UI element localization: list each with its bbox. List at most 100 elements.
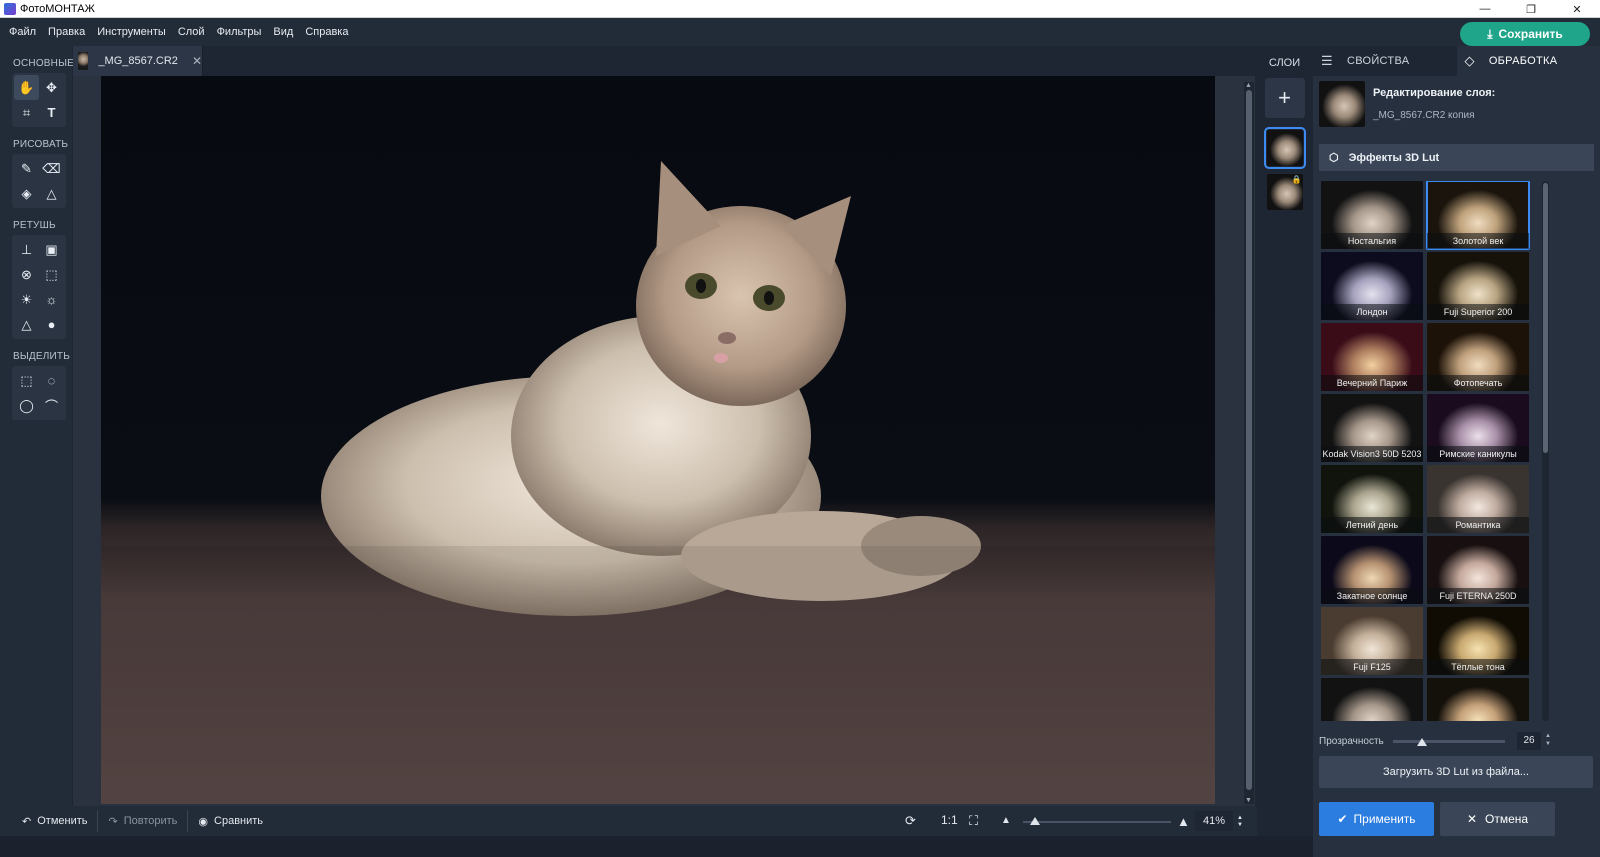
menu-edit[interactable]: Правка — [42, 26, 91, 38]
effects-scrollbar[interactable] — [1542, 181, 1549, 721]
effect-tile[interactable] — [1427, 678, 1529, 721]
effects-header[interactable]: ⬡ Эффекты 3D Lut — [1319, 144, 1594, 171]
effect-label: Лондон — [1321, 304, 1423, 320]
fit-screen-icon[interactable]: ⛶ — [969, 813, 978, 829]
tab-properties[interactable]: ☰ СВОЙСТВА — [1313, 46, 1457, 76]
menu-view[interactable]: Вид — [267, 26, 299, 38]
canvas-vertical-scrollbar[interactable]: ▲ ▼ — [1244, 82, 1254, 804]
menu-tools[interactable]: Инструменты — [91, 26, 172, 38]
check-icon: ✔ — [1337, 812, 1348, 826]
menu-layer[interactable]: Слой — [172, 26, 211, 38]
compare-label: Сравнить — [214, 815, 264, 827]
menu-filters[interactable]: Фильтры — [211, 26, 268, 38]
eraser-icon[interactable]: ⌫ — [39, 156, 64, 181]
shapes-icon[interactable]: △ — [39, 181, 64, 206]
effect-tile[interactable]: Kodak Vision3 50D 5203 — [1321, 394, 1423, 462]
actual-size-button[interactable]: 1:1 — [941, 813, 958, 827]
scroll-up-icon[interactable]: ▲ — [1245, 82, 1252, 89]
zoom-spinner[interactable]: ▲ ▼ — [1237, 815, 1243, 829]
effects-scrollbar-thumb[interactable] — [1543, 183, 1548, 453]
menu-file[interactable]: Файл — [0, 26, 42, 38]
text-icon[interactable]: T — [39, 100, 64, 125]
hand-icon[interactable]: ✋ — [14, 75, 39, 100]
scrollbar-thumb[interactable] — [1246, 90, 1252, 790]
effect-tile[interactable] — [1321, 678, 1423, 721]
effect-tile[interactable]: Fuji F125 — [1321, 607, 1423, 675]
poly-lasso-icon[interactable]: ⌒ — [39, 393, 64, 418]
minimize-button[interactable]: — — [1462, 0, 1508, 18]
undo-button[interactable]: ↶ Отменить — [0, 815, 97, 828]
effect-label: Kodak Vision3 50D 5203 — [1321, 446, 1423, 462]
opacity-input[interactable]: 26 — [1517, 732, 1541, 750]
sharpen-icon[interactable]: △ — [14, 312, 39, 337]
fill-icon[interactable]: ◈ — [14, 181, 39, 206]
effect-tile[interactable]: Фотопечать — [1427, 323, 1529, 391]
load-lut-button[interactable]: Загрузить 3D Lut из файла... — [1319, 756, 1593, 788]
effect-tile[interactable]: Вечерний Париж — [1321, 323, 1423, 391]
scroll-down-icon[interactable]: ▼ — [1245, 797, 1252, 804]
undo-icon: ↶ — [22, 815, 32, 828]
effect-tile[interactable]: Fuji Superior 200 — [1427, 252, 1529, 320]
zoom-slider[interactable] — [1023, 821, 1171, 823]
add-layer-button[interactable]: + — [1264, 78, 1305, 118]
frame-icon[interactable]: ⬚ — [39, 262, 64, 287]
zoom-value[interactable]: 41% — [1195, 811, 1233, 831]
effect-tile[interactable]: Закатное солнце — [1321, 536, 1423, 604]
canvas-area[interactable] — [73, 76, 1255, 806]
effect-tile[interactable]: Золотой век — [1426, 181, 1530, 250]
effect-tile[interactable]: Fuji ETERNA 250D — [1427, 536, 1529, 604]
effect-tile[interactable]: Римские каникулы — [1427, 394, 1529, 462]
menu-help[interactable]: Справка — [299, 26, 354, 38]
effects-title: Эффекты 3D Lut — [1348, 151, 1440, 164]
effect-tile[interactable]: Тёплые тона — [1427, 607, 1529, 675]
brush-icon[interactable]: ✎ — [14, 156, 39, 181]
opacity-slider[interactable] — [1393, 740, 1505, 743]
tab-processing[interactable]: ◇ ОБРАБОТКА — [1456, 46, 1600, 76]
save-button-label: Сохранить — [1498, 27, 1563, 41]
effect-tile[interactable]: Летний день — [1321, 465, 1423, 533]
zoom-out-icon[interactable]: ▲ — [1001, 815, 1011, 826]
patch-icon[interactable]: ▣ — [39, 237, 64, 262]
dodge-icon[interactable]: ☀ — [14, 287, 39, 312]
redo-button[interactable]: ↷ Повторить — [98, 815, 187, 828]
maximize-button[interactable]: ❐ — [1508, 0, 1554, 18]
eye-icon: ◉ — [198, 815, 209, 828]
effect-tile[interactable]: Романтика — [1427, 465, 1529, 533]
zoom-in-icon[interactable]: ▲ — [1177, 814, 1190, 829]
rotate-icon[interactable]: ⟳ — [905, 813, 916, 829]
layer-thumbnail[interactable]: 🔒 — [1266, 174, 1303, 210]
opacity-slider-handle[interactable] — [1417, 738, 1427, 746]
effect-tile[interactable]: Лондон — [1321, 252, 1423, 320]
layer-thumbnail[interactable] — [1263, 127, 1306, 169]
window-controls: — ❐ ✕ — [1462, 0, 1600, 18]
cancel-button[interactable]: ✕ Отмена — [1440, 802, 1555, 836]
menu-bar: Файл Правка Инструменты Слой Фильтры Вид… — [0, 18, 1600, 46]
move-icon[interactable]: ✥ — [39, 75, 64, 100]
layers-label: СЛОИ — [1268, 57, 1301, 69]
stamp-icon[interactable]: ⊥ — [14, 237, 39, 262]
effect-tile[interactable]: Ностальгия — [1321, 181, 1423, 249]
close-button[interactable]: ✕ — [1554, 0, 1600, 18]
tab-properties-label: СВОЙСТВА — [1346, 55, 1410, 67]
burn-icon[interactable]: ☼ — [39, 287, 64, 312]
document-tab[interactable]: _MG_8567.CR2 ✕ — [73, 46, 203, 76]
effect-label: Fuji Superior 200 — [1427, 304, 1529, 320]
opacity-spinner[interactable]: ▲ ▼ — [1545, 732, 1551, 748]
title-bar: ФотоМОНТАЖ — ❐ ✕ — [0, 0, 1600, 18]
blur-icon[interactable]: ● — [39, 312, 64, 337]
effect-label: Летний день — [1321, 517, 1423, 533]
compare-button[interactable]: ◉ Сравнить — [188, 815, 273, 828]
crop-icon[interactable]: ⌗ — [14, 100, 39, 125]
ellipse-select-icon[interactable]: ◌ — [39, 368, 64, 393]
save-button[interactable]: ⤓ Сохранить — [1460, 22, 1590, 46]
zoom-slider-handle[interactable] — [1030, 817, 1040, 825]
photo-canvas[interactable] — [101, 76, 1215, 804]
tool-group-label: ВЫДЕЛИТЬ — [13, 351, 70, 362]
effect-label: Римские каникулы — [1427, 446, 1529, 462]
redo-icon: ↷ — [108, 815, 118, 828]
apply-button[interactable]: ✔ Применить — [1319, 802, 1434, 836]
lasso-icon[interactable]: ◯ — [14, 393, 39, 418]
close-tab-icon[interactable]: ✕ — [192, 54, 202, 68]
rect-select-icon[interactable]: ⬚ — [14, 368, 39, 393]
heal-icon[interactable]: ⊗ — [14, 262, 39, 287]
